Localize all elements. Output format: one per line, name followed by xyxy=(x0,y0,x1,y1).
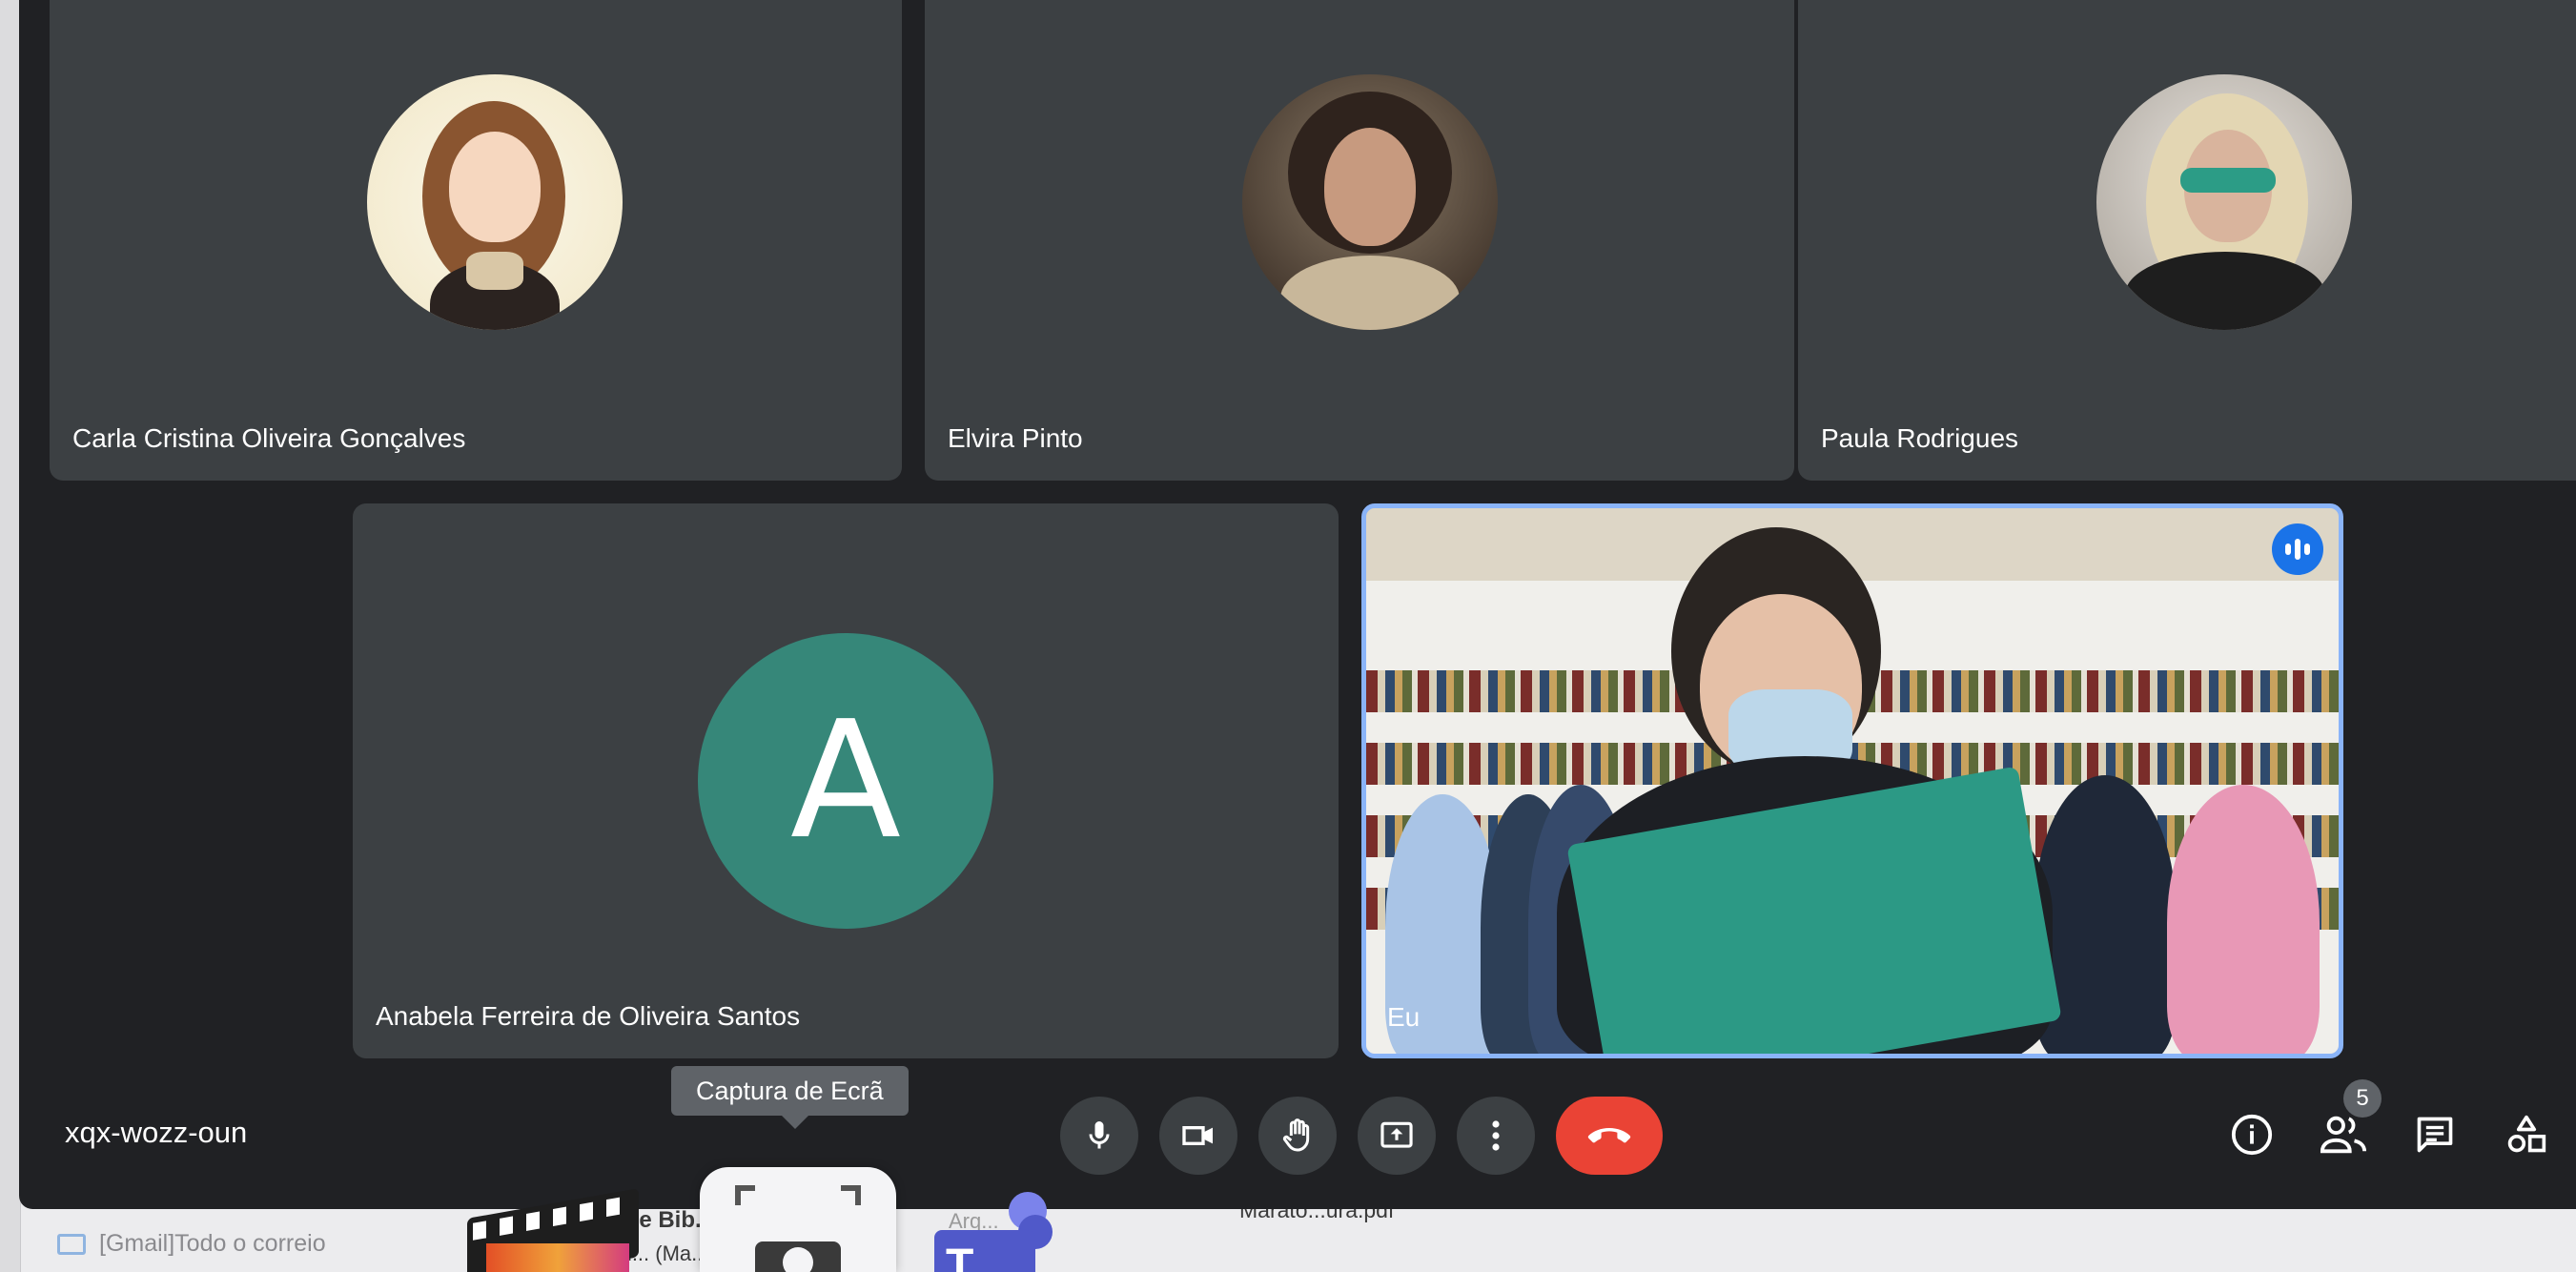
participant-name: Anabela Ferreira de Oliveira Santos xyxy=(376,1001,801,1031)
people-icon xyxy=(2320,1116,2367,1154)
camera-icon xyxy=(735,1185,861,1272)
participant-tile-anabela[interactable]: A Anabela Ferreira de Oliveira Santos xyxy=(353,503,1339,1058)
participant-name: Elvira Pinto xyxy=(948,423,1083,453)
participant-avatar xyxy=(1242,74,1498,330)
tooltip-arrow xyxy=(782,1116,808,1129)
present-now-button[interactable] xyxy=(1358,1097,1436,1175)
more-vert-icon xyxy=(1492,1120,1500,1151)
gmail-folder-label: [Gmail]Todo o correio xyxy=(99,1230,326,1257)
final-cut-pro-dock-icon[interactable] xyxy=(467,1184,648,1272)
participant-tile-paula[interactable]: Paula Rodrigues xyxy=(1798,0,2576,481)
avatar-body xyxy=(1280,256,1460,330)
meeting-details-button[interactable] xyxy=(2223,1106,2280,1163)
participant-name: Eu xyxy=(1387,1002,1421,1032)
chat-icon xyxy=(2417,1117,2453,1153)
gmail-folder-item[interactable]: [Gmail]Todo o correio xyxy=(57,1230,326,1258)
avatar-sunglasses xyxy=(2180,168,2276,193)
meeting-code: xqx-wozz-oun xyxy=(65,1116,248,1149)
active-speaker-indicator xyxy=(2272,523,2323,575)
microphone-icon xyxy=(1089,1121,1110,1149)
avatar-body xyxy=(2125,252,2325,330)
teams-dock-icon[interactable]: T xyxy=(934,1192,1053,1272)
camera-button[interactable] xyxy=(1159,1097,1237,1175)
avatar-face xyxy=(1324,128,1416,246)
folder-icon xyxy=(57,1233,86,1255)
student-figure xyxy=(2167,785,2320,1054)
avatar-face xyxy=(449,132,541,242)
participant-avatar xyxy=(367,74,623,330)
self-video-feed xyxy=(1366,508,2339,1054)
participant-tile-self[interactable]: Eu xyxy=(1361,503,2343,1058)
screenshot-app-dock-icon[interactable] xyxy=(700,1167,896,1272)
raise-hand-icon xyxy=(1282,1118,1310,1152)
activities-button[interactable] xyxy=(2498,1106,2555,1163)
microphone-button[interactable] xyxy=(1060,1097,1138,1175)
teams-icon: T xyxy=(946,1241,974,1272)
participant-name: Carla Cristina Oliveira Gonçalves xyxy=(72,423,466,453)
participant-avatar-initial: A xyxy=(698,633,993,929)
meet-window: Carla Cristina Oliveira Gonçalves Elvira… xyxy=(19,0,2576,1209)
participant-avatar xyxy=(2096,74,2352,330)
participant-count-badge: 5 xyxy=(2343,1079,2382,1118)
participant-tile-carla[interactable]: Carla Cristina Oliveira Gonçalves xyxy=(50,0,902,481)
raise-hand-button[interactable] xyxy=(1258,1097,1337,1175)
desktop-left-edge xyxy=(0,0,21,1272)
leave-call-button[interactable] xyxy=(1556,1097,1663,1175)
present-screen-icon xyxy=(1380,1121,1413,1148)
avatar-initial: A xyxy=(789,687,902,875)
screenshot-tooltip: Captura de Ecrã xyxy=(671,1066,909,1116)
more-options-button[interactable] xyxy=(1457,1097,1535,1175)
participant-name: Paula Rodrigues xyxy=(1821,423,2019,453)
participant-tile-elvira[interactable]: Elvira Pinto xyxy=(925,0,1794,481)
videocam-icon xyxy=(1182,1126,1213,1145)
avatar-scarf xyxy=(466,252,523,290)
call-end-icon xyxy=(1587,1128,1631,1143)
info-icon xyxy=(2231,1114,2273,1156)
activities-icon xyxy=(2507,1115,2546,1153)
chat-button[interactable] xyxy=(2406,1106,2464,1163)
